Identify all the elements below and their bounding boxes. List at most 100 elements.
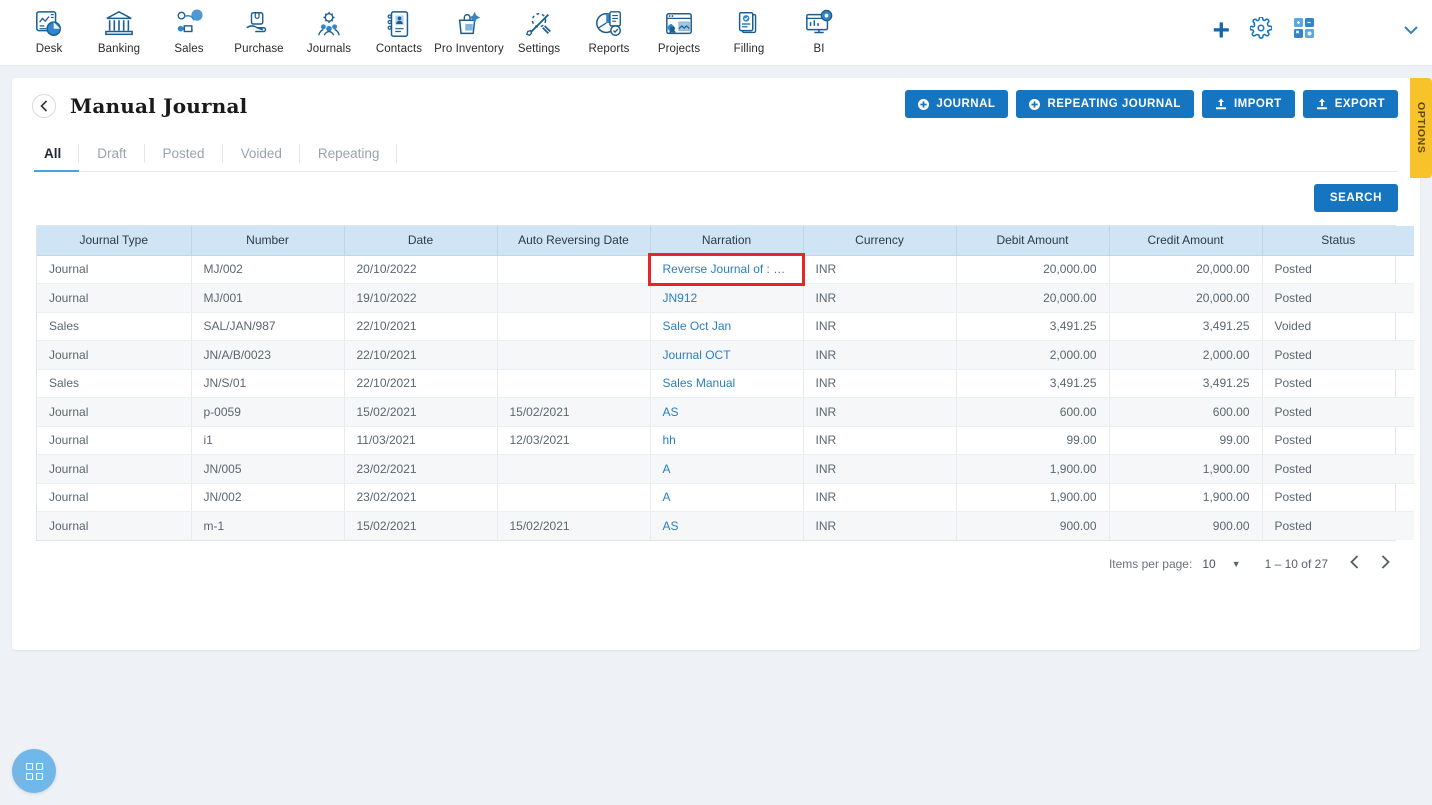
items-per-page-value[interactable]: 10 bbox=[1202, 557, 1215, 571]
plus-circle-icon bbox=[1029, 98, 1041, 110]
tab-draft[interactable]: Draft bbox=[79, 136, 145, 171]
cell-currency: INR bbox=[803, 426, 957, 455]
cell-journal-type: Journal bbox=[37, 483, 192, 512]
table-row[interactable]: Journal JN/002 23/02/2021 A INR 1,900.00 1,900… bbox=[37, 483, 1414, 512]
pagination-controls: Items per page: 10 ▼ 1 – 10 of 27 bbox=[12, 541, 1420, 573]
cell-narration[interactable]: JN912 bbox=[650, 283, 804, 313]
cell-journal-type: Journal bbox=[37, 511, 192, 540]
cell-currency: INR bbox=[803, 255, 957, 284]
cell-debit-amount: 3,491.25 bbox=[956, 312, 1110, 341]
nav-item-label: Desk bbox=[35, 43, 63, 55]
table-row[interactable]: Journal MJ/002 20/10/2022 Reverse Journal o… bbox=[37, 253, 1414, 286]
table-row[interactable]: Sales JN/S/01 22/10/2021 Sales Manual INR 3,4… bbox=[37, 369, 1414, 398]
caret-down-icon[interactable]: ▼ bbox=[1232, 559, 1241, 569]
column-header: Credit Amount bbox=[1109, 226, 1263, 256]
column-header: Number bbox=[191, 226, 345, 256]
grid-apps-icon[interactable] bbox=[12, 749, 56, 793]
narration-link[interactable]: A bbox=[663, 490, 671, 504]
nav-item-label: Projects bbox=[657, 43, 701, 55]
cell-currency: INR bbox=[803, 283, 957, 313]
nav-item-journals[interactable]: Journals bbox=[294, 6, 364, 55]
inventory-icon bbox=[454, 9, 484, 39]
narration-link[interactable]: Journal OCT bbox=[663, 348, 731, 362]
grid-apps-glyph bbox=[25, 762, 43, 780]
cell-credit-amount: 1,900.00 bbox=[1109, 483, 1263, 512]
calculator-icon[interactable] bbox=[1292, 16, 1316, 45]
search-button[interactable]: SEARCH bbox=[1313, 184, 1398, 212]
nav-item-contacts[interactable]: Contacts bbox=[364, 6, 434, 55]
cell-debit-amount: 1,900.00 bbox=[956, 454, 1110, 484]
cell-narration[interactable]: A bbox=[650, 483, 804, 512]
gear-icon[interactable] bbox=[1249, 16, 1273, 44]
export-button[interactable]: EXPORT bbox=[1302, 90, 1398, 118]
tab-all[interactable]: All bbox=[34, 136, 80, 172]
chevron-down-icon[interactable] bbox=[1404, 23, 1418, 38]
cell-narration[interactable]: hh bbox=[650, 426, 804, 455]
table-row[interactable]: Journal i1 11/03/2021 12/03/2021 hh INR 99.00 9… bbox=[37, 426, 1414, 455]
tab-repeating[interactable]: Repeating bbox=[300, 136, 398, 171]
table-row[interactable]: Journal MJ/001 19/10/2022 JN912 INR 20,000.00… bbox=[37, 283, 1414, 313]
narration-link[interactable]: Sales Manual bbox=[663, 376, 736, 390]
import-button[interactable]: IMPORT bbox=[1201, 90, 1295, 118]
table-row[interactable]: Journal m-1 15/02/2021 15/02/2021 AS INR 900.0… bbox=[37, 511, 1414, 540]
column-header: Auto Reversing Date bbox=[497, 226, 651, 256]
nav-item-settings[interactable]: Settings bbox=[504, 6, 574, 55]
repeating-journal-button[interactable]: REPEATING JOURNAL bbox=[1016, 90, 1194, 118]
cell-narration[interactable]: Sale Oct Jan bbox=[650, 312, 804, 341]
table-body: Journal MJ/002 20/10/2022 Reverse Journal o… bbox=[37, 253, 1414, 540]
journal-button[interactable]: JOURNAL bbox=[905, 90, 1009, 118]
journal-table-container: Journal Type Number Date Auto Reversing Dat… bbox=[36, 225, 1414, 541]
nav-item-desk[interactable]: Desk bbox=[14, 6, 84, 55]
cell-narration[interactable]: Journal OCT bbox=[650, 340, 804, 370]
cell-number: i1 bbox=[191, 426, 345, 455]
nav-item-reports[interactable]: Reports bbox=[574, 6, 644, 55]
table-header: Journal Type Number Date Auto Reversing Dat… bbox=[37, 226, 1414, 256]
nav-item-pro-inventory[interactable]: Pro Inventory bbox=[434, 6, 504, 55]
table-row[interactable]: Journal JN/A/B/0023 22/10/2021 Journal OCT I… bbox=[37, 340, 1414, 370]
nav-item-label: Journals bbox=[306, 43, 352, 55]
cell-narration[interactable]: A bbox=[650, 454, 804, 484]
cell-narration[interactable]: AS bbox=[650, 511, 804, 540]
nav-item-bi[interactable]: BI bbox=[784, 6, 854, 55]
plus-icon[interactable]: + bbox=[1212, 15, 1230, 45]
journals-icon bbox=[314, 9, 344, 39]
button-label: JOURNAL bbox=[936, 98, 996, 110]
narration-link[interactable]: AS bbox=[663, 519, 679, 533]
table-row[interactable]: Journal JN/005 23/02/2021 A INR 1,900.00 1,900… bbox=[37, 454, 1414, 484]
cell-status: Posted bbox=[1262, 255, 1414, 284]
nav-item-filling[interactable]: Filling bbox=[714, 6, 784, 55]
narration-link[interactable]: Sale Oct Jan bbox=[663, 319, 732, 333]
back-button[interactable] bbox=[32, 94, 56, 118]
table-row[interactable]: Journal p-0059 15/02/2021 15/02/2021 AS INR 60… bbox=[37, 397, 1414, 427]
upload-icon bbox=[1316, 98, 1328, 110]
narration-link[interactable]: hh bbox=[663, 433, 676, 447]
cell-currency: INR bbox=[803, 511, 957, 540]
column-header: Narration bbox=[650, 226, 804, 256]
cell-credit-amount: 20,000.00 bbox=[1109, 255, 1263, 284]
table-row[interactable]: Sales SAL/JAN/987 22/10/2021 Sale Oct Jan IN… bbox=[37, 312, 1414, 341]
narration-link[interactable]: A bbox=[663, 462, 671, 476]
cell-narration[interactable]: AS bbox=[650, 397, 804, 427]
nav-item-banking[interactable]: Banking bbox=[84, 6, 154, 55]
cell-status: Posted bbox=[1262, 483, 1414, 512]
tab-label: All bbox=[44, 146, 62, 161]
chevron-right-icon[interactable] bbox=[1381, 555, 1390, 573]
nav-item-purchase[interactable]: Purchase bbox=[224, 6, 294, 55]
chevron-left-icon[interactable] bbox=[1350, 555, 1359, 573]
cell-narration[interactable]: Reverse Journal of : MJ/001 bbox=[648, 253, 805, 286]
cell-debit-amount: 20,000.00 bbox=[956, 283, 1110, 313]
cell-status: Posted bbox=[1262, 340, 1414, 370]
tab-voided[interactable]: Voided bbox=[223, 136, 301, 171]
settings-tools-icon bbox=[524, 9, 554, 39]
bank-icon bbox=[104, 9, 134, 39]
reports-icon bbox=[594, 9, 624, 39]
narration-link[interactable]: JN912 bbox=[663, 291, 698, 305]
narration-link[interactable]: AS bbox=[663, 405, 679, 419]
tab-posted[interactable]: Posted bbox=[145, 136, 223, 171]
nav-item-projects[interactable]: Projects bbox=[644, 6, 714, 55]
cell-narration[interactable]: Sales Manual bbox=[650, 369, 804, 398]
cell-number: p-0059 bbox=[191, 397, 345, 427]
narration-link[interactable]: Reverse Journal of : MJ/001 bbox=[663, 262, 803, 276]
cell-auto-reversing-date: 15/02/2021 bbox=[497, 511, 651, 540]
nav-item-sales[interactable]: Sales bbox=[154, 6, 224, 55]
